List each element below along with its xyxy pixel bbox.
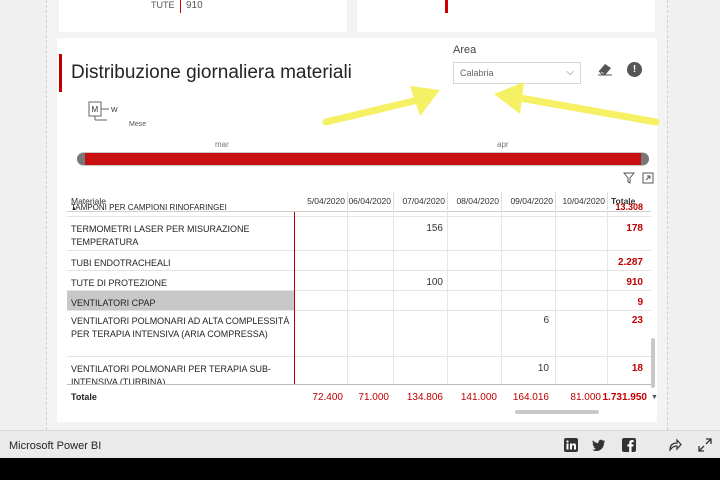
area-dropdown[interactable]: Calabria ⌵ bbox=[453, 62, 581, 84]
row-total: 9 bbox=[637, 297, 643, 308]
annotation-arrow-right bbox=[494, 82, 660, 126]
page-title: Distribuzione giornaliera materiali bbox=[71, 62, 352, 83]
table-row-selected[interactable]: VENTILATORI CPAP 9 bbox=[67, 291, 651, 311]
grand-total-value: 1.731.950 bbox=[602, 392, 648, 403]
total-value: 71.000 bbox=[358, 392, 389, 403]
total-value: 72.400 bbox=[312, 392, 343, 403]
row-header-divider bbox=[294, 212, 295, 384]
table-row[interactable]: TAMPONI PER CAMPIONI RINOFARINGEI 13.308 bbox=[67, 202, 651, 217]
table-row[interactable]: TUTE DI PROTEZIONE 100 910 bbox=[67, 271, 651, 291]
scroll-down-icon[interactable]: ▼ bbox=[651, 394, 658, 401]
fullscreen-icon[interactable] bbox=[698, 438, 712, 452]
row-total: 178 bbox=[626, 223, 643, 234]
kpi-bar bbox=[445, 0, 448, 13]
row-total: 910 bbox=[626, 277, 643, 288]
hierarchy-right-letter: W bbox=[111, 107, 118, 114]
cell-value: 100 bbox=[426, 277, 443, 288]
filter-icon[interactable] bbox=[623, 172, 635, 184]
slider-month-mar: mar bbox=[215, 140, 229, 149]
total-value: 134.806 bbox=[406, 392, 443, 403]
kpi-label: TUTE bbox=[151, 0, 175, 10]
total-value: 81.000 bbox=[570, 392, 601, 403]
letterbox-bar bbox=[0, 458, 720, 480]
vertical-scrollbar[interactable] bbox=[651, 338, 655, 388]
row-total: 13.308 bbox=[615, 202, 643, 212]
grid-line bbox=[447, 212, 448, 384]
annotation-arrow-left bbox=[322, 86, 440, 126]
matrix-total-row: Totale 72.400 71.000 134.806 141.000 164… bbox=[67, 384, 651, 410]
cell-value: 156 bbox=[426, 223, 443, 234]
table-row[interactable]: TUBI ENDOTRACHEALI 2.287 bbox=[67, 251, 651, 271]
cell-value: 6 bbox=[543, 315, 549, 326]
total-value: 164.016 bbox=[512, 392, 549, 403]
facebook-icon[interactable] bbox=[622, 438, 636, 452]
screen: TUTE 910 Distribuzione giornaliera mater… bbox=[0, 0, 720, 458]
focus-mode-icon[interactable] bbox=[642, 172, 654, 184]
kpi-card: TUTE 910 bbox=[59, 0, 347, 32]
row-total: 18 bbox=[631, 363, 643, 374]
brand-name: Microsoft Power BI bbox=[9, 440, 102, 452]
grid-line bbox=[393, 212, 394, 384]
row-total: 23 bbox=[631, 315, 643, 326]
grid-line bbox=[555, 212, 556, 384]
kpi-card-right bbox=[357, 0, 655, 32]
date-range-slider[interactable] bbox=[77, 152, 649, 166]
title-accent bbox=[59, 54, 62, 92]
powerbi-footer: Microsoft Power BI bbox=[0, 430, 720, 458]
row-label: TAMPONI PER CAMPIONI RINOFARINGEI bbox=[71, 204, 227, 212]
row-label: TERMOMETRI LASER PER MISURAZIONE TEMPERA… bbox=[71, 224, 250, 247]
info-icon[interactable]: ! bbox=[627, 62, 642, 77]
report-page: TUTE 910 Distribuzione giornaliera mater… bbox=[46, 0, 668, 430]
area-dropdown-value: Calabria bbox=[460, 68, 494, 78]
slider-month-apr: apr bbox=[497, 140, 509, 149]
eraser-icon[interactable] bbox=[597, 62, 613, 76]
total-value: 141.000 bbox=[460, 392, 497, 403]
grid-line bbox=[501, 212, 502, 384]
slider-range-fill bbox=[83, 153, 643, 165]
twitter-icon[interactable] bbox=[592, 438, 606, 452]
row-label: TUBI ENDOTRACHEALI bbox=[71, 258, 171, 268]
share-icon[interactable] bbox=[668, 438, 682, 452]
table-row[interactable]: VENTILATORI POLMONARI AD ALTA COMPLESSIT… bbox=[67, 311, 651, 357]
hierarchy-level-label: Mese bbox=[129, 121, 147, 128]
chevron-down-icon: ⌵ bbox=[566, 67, 574, 78]
grid-line bbox=[607, 212, 608, 384]
matrix-table[interactable]: Materiale ▲ 5/04/2020 06/04/2020 07/04/2… bbox=[67, 188, 651, 410]
slider-handle-start[interactable] bbox=[77, 153, 85, 165]
grid-line bbox=[347, 212, 348, 384]
table-row[interactable]: TERMOMETRI LASER PER MISURAZIONE TEMPERA… bbox=[67, 217, 651, 251]
report-canvas: TUTE 910 Distribuzione giornaliera mater… bbox=[0, 0, 720, 430]
linkedin-icon[interactable] bbox=[564, 438, 578, 452]
slider-handle-end[interactable] bbox=[641, 153, 649, 165]
cell-value: 10 bbox=[537, 363, 549, 374]
horizontal-scrollbar[interactable] bbox=[515, 410, 599, 414]
row-total: 2.287 bbox=[617, 257, 643, 268]
row-label: TUTE DI PROTEZIONE bbox=[71, 278, 168, 288]
row-label: VENTILATORI POLMONARI AD ALTA COMPLESSIT… bbox=[71, 316, 290, 339]
hierarchy-top-letter: M bbox=[92, 105, 99, 114]
area-filter-label: Area bbox=[453, 44, 477, 56]
kpi-separator bbox=[180, 0, 181, 13]
total-label: Totale bbox=[71, 392, 97, 402]
kpi-value: 910 bbox=[186, 0, 203, 11]
row-label: VENTILATORI CPAP bbox=[67, 291, 294, 310]
